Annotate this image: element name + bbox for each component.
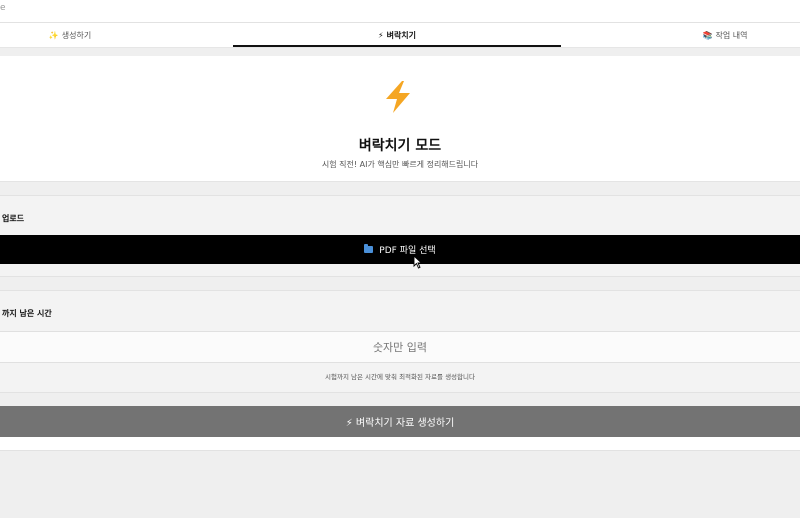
- books-icon: 📚: [702, 31, 713, 40]
- tab-cram-label: 벼락치기: [386, 31, 417, 40]
- generate-cram-button[interactable]: ⚡ 벼락치기 자료 생성하기: [0, 406, 800, 437]
- tab-generate-label: 생성하기: [61, 31, 92, 40]
- sparkles-icon: ✨: [48, 31, 59, 40]
- folder-icon: [364, 244, 374, 253]
- time-remaining-label: 까지 남은 시간: [2, 309, 52, 318]
- upload-label: 업로드: [2, 214, 25, 223]
- page-subtitle: 시험 직전! AI가 핵심만 빠르게 정리해드립니다: [321, 160, 479, 169]
- time-hint: 시험까지 남은 시간에 맞춰 최적화된 자료를 생성합니다: [325, 373, 475, 381]
- tab-history-label: 작업 내역: [715, 31, 748, 40]
- top-bar: e: [0, 0, 800, 23]
- page-title: 벼락치기 모드: [358, 138, 442, 154]
- top-bar-text: e: [0, 3, 6, 13]
- lightning-icon: ⚡: [377, 31, 384, 40]
- bottom-panel-edge: [0, 437, 800, 451]
- mouse-cursor-icon: [413, 255, 423, 269]
- lightning-bolt-icon: [386, 81, 410, 113]
- tab-history[interactable]: 📚 작업 내역: [655, 23, 795, 48]
- active-tab-indicator: [233, 45, 561, 47]
- tab-generate[interactable]: ✨ 생성하기: [0, 23, 140, 48]
- hours-input[interactable]: [0, 331, 800, 363]
- select-pdf-button[interactable]: PDF 파일 선택: [0, 235, 800, 264]
- select-pdf-label: PDF 파일 선택: [379, 246, 436, 256]
